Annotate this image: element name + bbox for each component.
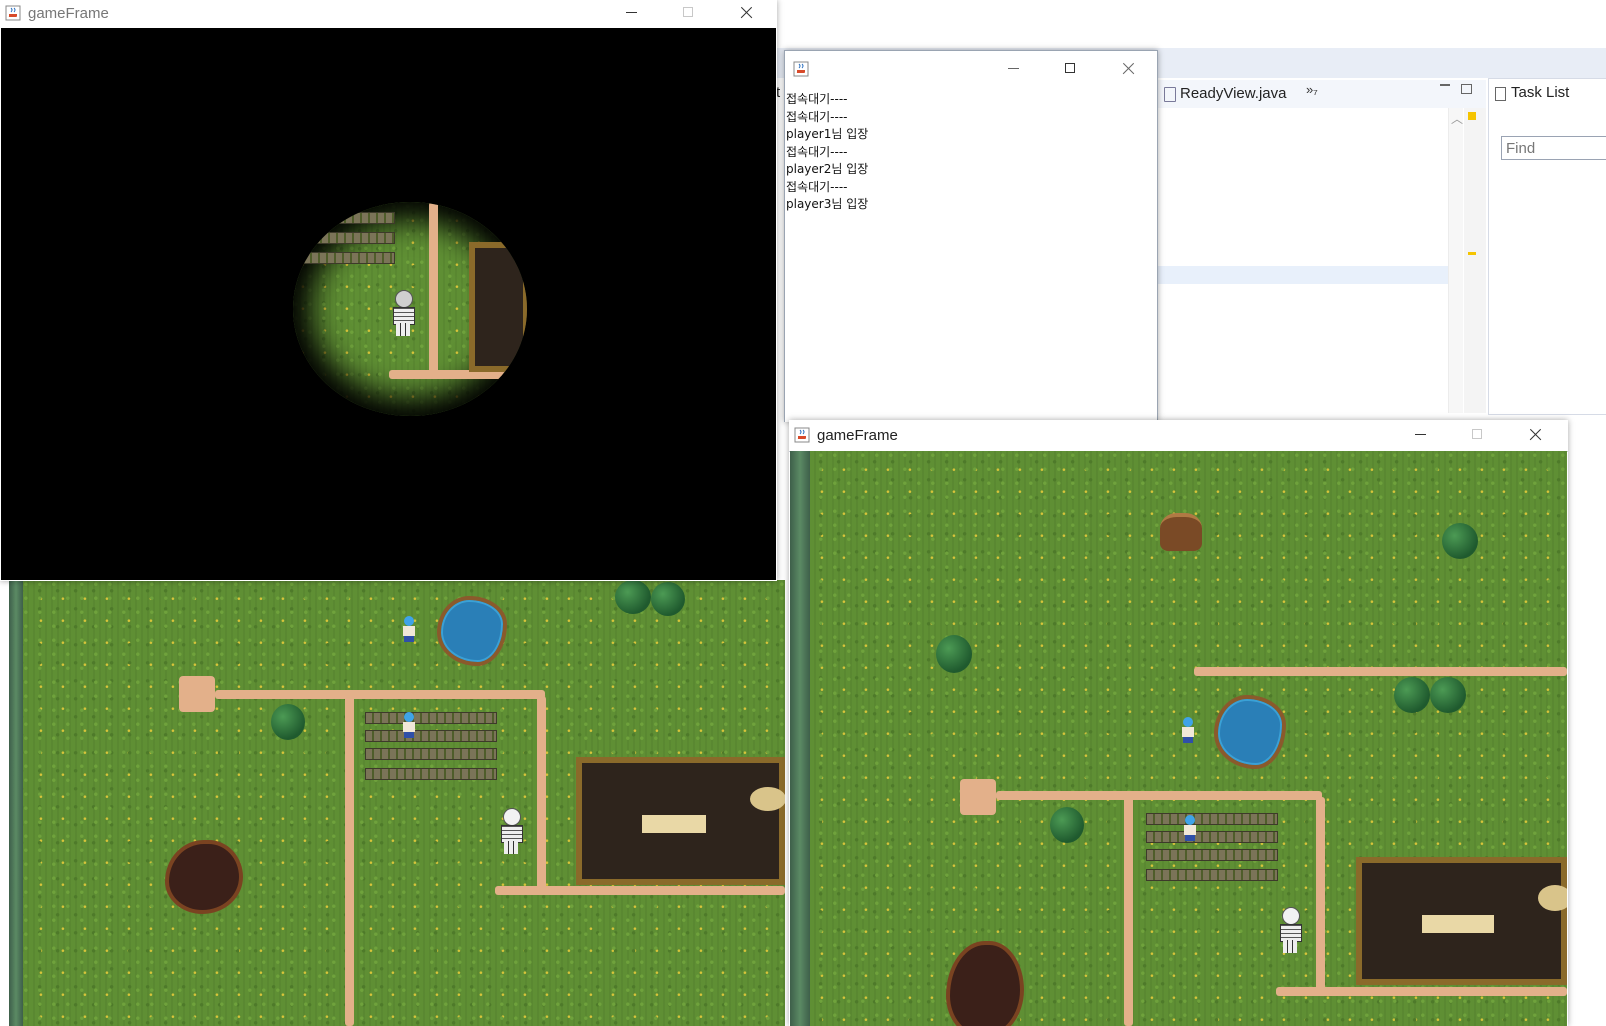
minimize-button[interactable]: [612, 1, 652, 25]
house: [576, 757, 785, 885]
crop-row: [1146, 869, 1278, 881]
bush: [651, 582, 685, 616]
crop-row: [365, 768, 497, 780]
skeleton-sprite: [497, 808, 525, 854]
bush: [1394, 677, 1430, 713]
java-icon: [5, 5, 21, 21]
log-line: player1님 입장: [786, 127, 869, 141]
editor-scrollbar[interactable]: [1448, 108, 1463, 413]
maximize-button[interactable]: [1051, 57, 1091, 81]
flashlight-circle: [293, 202, 527, 416]
console-titlebar[interactable]: [785, 51, 1157, 88]
overflow-chevron-icon[interactable]: »₇: [1306, 82, 1318, 97]
maximize-view-icon[interactable]: [1461, 84, 1472, 94]
bush: [1430, 677, 1466, 713]
crop-row: [313, 212, 395, 224]
map-edge-cliff: [790, 451, 810, 1026]
crop-row: [1146, 849, 1278, 861]
game2-canvas[interactable]: [790, 451, 1567, 1026]
log-line: 접속대기----: [786, 92, 848, 106]
minimize-button[interactable]: [1401, 423, 1441, 447]
game-window-2: gameFrame: [789, 420, 1568, 1026]
dirt-path: [1194, 667, 1567, 676]
crop-row: [365, 748, 497, 760]
bush: [936, 635, 972, 673]
occurrence-marker[interactable]: [1468, 252, 1476, 255]
current-line-highlight: [1158, 266, 1448, 284]
game1-map-peek: [9, 580, 785, 1026]
java-icon: [794, 427, 810, 443]
task-list-icon: [1495, 87, 1506, 101]
java-icon: [793, 61, 809, 77]
task-list-view: Task List Find: [1488, 78, 1606, 415]
dirt-path: [1276, 987, 1567, 996]
bush: [1442, 523, 1478, 559]
dirt-path: [1124, 797, 1133, 1026]
close-button[interactable]: [726, 1, 766, 25]
log-line: 접속대기----: [786, 110, 848, 124]
maximize-button[interactable]: [669, 1, 709, 25]
close-button[interactable]: [1108, 57, 1148, 81]
house: [469, 242, 527, 372]
fence-post: [960, 779, 996, 815]
dug-hole: [946, 941, 1024, 1026]
blue-player-sprite: [1182, 815, 1198, 841]
scroll-up-icon[interactable]: ︿: [1451, 110, 1463, 127]
dirt-path: [996, 791, 1322, 800]
game1-canvas[interactable]: [1, 28, 776, 580]
task-list-title[interactable]: Task List: [1511, 84, 1569, 101]
tree-stump: [1160, 513, 1202, 551]
crop-row: [365, 730, 497, 742]
console-window: 접속대기---- 접속대기---- player1님 입장 접속대기---- p…: [784, 50, 1158, 422]
java-file-icon: [1164, 87, 1176, 102]
dirt-path: [429, 202, 438, 374]
blue-player-sprite: [401, 616, 417, 642]
crop-row: [365, 712, 497, 724]
game2-window-title: gameFrame: [817, 427, 898, 444]
editor-tab-label: ReadyView.java: [1180, 85, 1287, 102]
find-input[interactable]: Find: [1501, 136, 1606, 160]
bush: [1050, 807, 1084, 843]
dirt-path: [537, 696, 546, 892]
dirt-path: [345, 696, 354, 1026]
game2-titlebar[interactable]: gameFrame: [789, 420, 1568, 452]
dirt-path: [1316, 797, 1325, 993]
house: [1356, 857, 1567, 985]
game-window-1: gameFrame: [0, 0, 777, 581]
log-line: player3님 입장: [786, 197, 869, 211]
maximize-button[interactable]: [1458, 423, 1498, 447]
close-button[interactable]: [1515, 423, 1555, 447]
skeleton-sprite: [1276, 907, 1304, 953]
blue-player-sprite: [1180, 717, 1196, 743]
console-log[interactable]: 접속대기---- 접속대기---- player1님 입장 접속대기---- p…: [785, 87, 1157, 422]
log-line: player2님 입장: [786, 162, 869, 176]
crop-row: [1146, 831, 1278, 843]
log-line: 접속대기----: [786, 180, 848, 194]
blue-player-sprite: [401, 712, 417, 738]
skeleton-sprite: [389, 290, 417, 336]
overview-ruler: [1464, 108, 1486, 413]
bush: [271, 704, 305, 740]
crop-row: [313, 232, 395, 244]
map-edge-cliff: [9, 580, 23, 1026]
crop-row: [303, 252, 395, 264]
bush: [615, 580, 651, 614]
minimize-view-icon[interactable]: [1440, 84, 1450, 86]
game1-window-title: gameFrame: [28, 5, 109, 22]
warning-marker[interactable]: [1468, 112, 1476, 120]
pond: [437, 596, 507, 666]
pond: [1214, 695, 1286, 769]
crop-row: [1146, 813, 1278, 825]
editor-body[interactable]: ︿: [1158, 108, 1486, 413]
dug-hole: [165, 840, 243, 914]
game1-titlebar[interactable]: gameFrame: [0, 0, 777, 28]
dirt-path: [215, 690, 545, 699]
dirt-path: [495, 886, 785, 895]
fence-post: [179, 676, 215, 712]
minimize-button[interactable]: [994, 57, 1034, 81]
log-line: 접속대기----: [786, 145, 848, 159]
editor-tab[interactable]: ReadyView.java »₇: [1158, 80, 1486, 109]
